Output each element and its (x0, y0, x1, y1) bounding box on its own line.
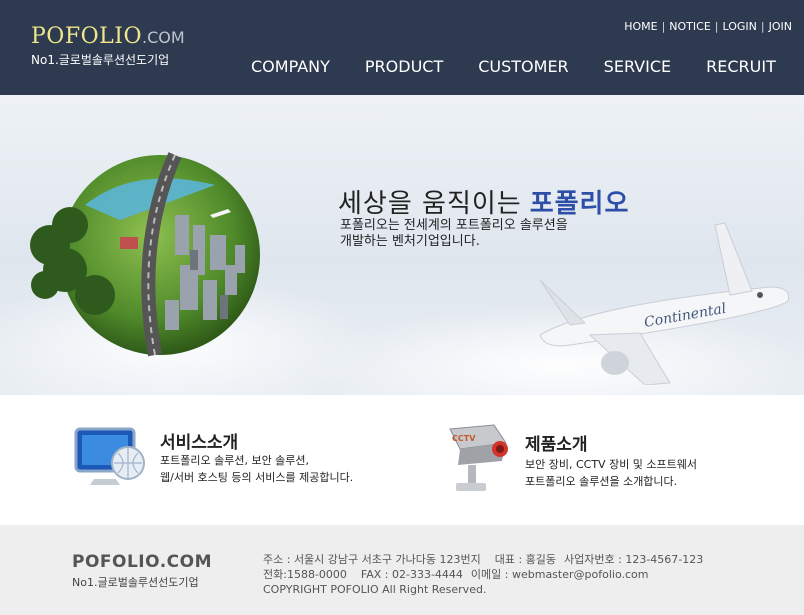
footer-email: 이메일 : webmaster@pofolio.com (470, 568, 649, 581)
product-intro-item[interactable]: CCTV (444, 421, 516, 499)
main-nav: COMPANY PRODUCT CUSTOMER SERVICE RECRUIT (251, 57, 776, 76)
site-footer: POFOLIO.COM No1.글로벌솔루션선도기업 주소 : 서울시 강남구 … (0, 525, 804, 615)
footer-ceo: 대표 : 홍길동 (494, 553, 557, 566)
footer-copyright: COPYRIGHT POFOLIO All Right Reserved. (263, 583, 487, 596)
footer-tagline: No1.글로벌솔루션선도기업 (72, 576, 199, 589)
util-separator: | (760, 20, 765, 33)
footer-address: 주소 : 서울시 강남구 서초구 가나다동 123번지 (263, 553, 481, 566)
logo-tagline: No1.글로벌솔루션선도기업 (31, 53, 170, 67)
footer-company-info: 주소 : 서울시 강남구 서초구 가나다동 123번지 대표 : 홍길동 사업자번호… (263, 552, 703, 597)
globe-city-illustration (30, 152, 260, 357)
utility-menu: HOME | NOTICE | LOGIN | JOIN (624, 20, 792, 33)
monitor-globe-icon (74, 427, 145, 485)
util-link-login[interactable]: LOGIN (723, 20, 757, 33)
util-link-join[interactable]: JOIN (769, 20, 792, 33)
footer-logo: POFOLIO.COM (72, 552, 213, 572)
nav-item-customer[interactable]: CUSTOMER (478, 57, 568, 76)
nav-item-service[interactable]: SERVICE (604, 57, 671, 76)
services-section: 서비스소개 포트폴리오 솔루션, 보안 솔루션, 웹/서버 호스팅 등의 서비스… (0, 395, 804, 525)
util-link-home[interactable]: HOME (624, 20, 657, 33)
site-logo[interactable]: POFOLIO.COM No1.글로벌솔루션선도기업 (31, 24, 185, 68)
service-intro-item[interactable] (72, 423, 150, 495)
util-separator: | (714, 20, 719, 33)
site-header: POFOLIO.COM No1.글로벌솔루션선도기업 HOME | NOTICE | L… (0, 0, 804, 95)
nav-item-product[interactable]: PRODUCT (365, 57, 443, 76)
util-link-notice[interactable]: NOTICE (669, 20, 710, 33)
airplane-illustration: Continental (539, 222, 790, 385)
product-intro-line: 포트폴리오 솔루션을 소개합니다. (525, 475, 678, 488)
service-intro-line: 웹/서버 호스팅 등의 서비스를 제공합니다. (160, 471, 354, 484)
footer-fax: FAX : 02-333-4444 (360, 568, 463, 581)
util-separator: | (661, 20, 666, 33)
hero-title-text: 세상을 움직이는 (338, 189, 522, 219)
product-intro-line: 보안 장비, CCTV 장비 및 소프트웨서 (525, 458, 698, 471)
footer-tel: 전화:1588-0000 (263, 568, 347, 581)
cctv-label: CCTV (452, 434, 476, 443)
service-intro-title[interactable]: 서비스소개 (160, 428, 238, 453)
service-intro-desc: 포트폴리오 솔루션, 보안 솔루션, 웹/서버 호스팅 등의 서비스를 제공합니… (160, 452, 353, 486)
footer-bizno: 사업자번호 : 123-4567-123 (564, 553, 704, 566)
hero-banner: 세상을 움직이는 포폴리오 포폴리오는 전세계의 포트폴리오 솔루션을 개발하는 … (0, 95, 804, 395)
product-intro-desc: 보안 장비, CCTV 장비 및 소프트웨서 포트폴리오 솔루션을 소개합니다. (525, 456, 697, 490)
logo-com-text: .COM (141, 28, 185, 47)
nav-item-company[interactable]: COMPANY (251, 57, 330, 76)
logo-main-text: POFOLIO (31, 24, 142, 49)
service-intro-line: 포트폴리오 솔루션, 보안 솔루션, (160, 454, 310, 467)
nav-item-recruit[interactable]: RECRUIT (706, 57, 776, 76)
cctv-camera-icon: CCTV (449, 424, 508, 491)
product-intro-title[interactable]: 제품소개 (525, 430, 588, 455)
